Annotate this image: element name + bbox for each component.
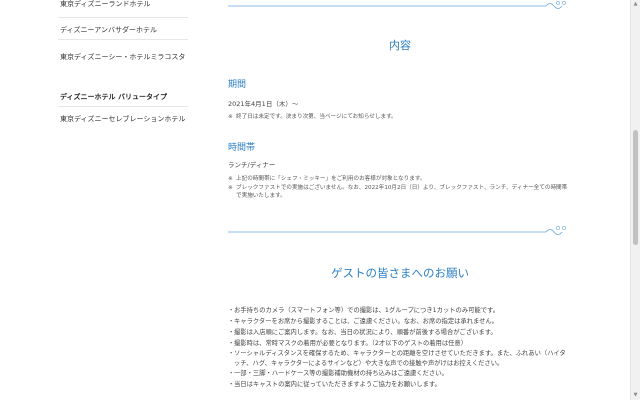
- scroll-up-arrow-icon[interactable]: ▲: [631, 0, 640, 9]
- section-title-content: 内容: [389, 39, 411, 52]
- time-note-2: ブレックファストでの実施はございません。なお、2022年10月2日（日）より、ブ…: [236, 184, 568, 200]
- period-heading: 期間: [228, 80, 247, 90]
- sidebar-item-landhotel[interactable]: 東京ディズニーランドホテル: [58, 0, 188, 18]
- sidebar-item-celebration[interactable]: 東京ディズニーセレブレーションホテル: [58, 114, 188, 128]
- list-item: ・撮影時は、常時マスクの着用が必要となります。（2才以下のゲストの着用は任意）: [228, 340, 468, 347]
- period-text: 2021年4月1日（木）～: [228, 100, 299, 108]
- list-item: ・撮影は入店順にご案内します。なお、当日の状況により、順番が前後する場合がござい…: [228, 329, 497, 336]
- list-item: ・お手持ちのカメラ（スマートフォン等）での撮影は、1グループにつき1カットのみ可…: [228, 307, 499, 314]
- list-item: ・キャラクターをお席から撮影することは、ご遠慮ください。なお、お席の指定は承れま…: [228, 318, 499, 325]
- guest-rules-list: ・お手持ちのカメラ（スマートフォン等）での撮影は、1グループにつき1カットのみ可…: [228, 305, 572, 390]
- period-note-text: 終了日は未定です。決まり次第、当ページにてお知らせします。: [236, 114, 397, 120]
- sidebar-heading-value: ディズニーホテル バリュータイプ: [58, 92, 188, 107]
- section-divider-top: [228, 0, 572, 12]
- time-text: ランチ/ディナー: [228, 161, 276, 169]
- time-note-1: 上記の時間帯に「シェフ・ミッキー」をご利用のお客様が対象となります。: [236, 176, 426, 182]
- time-heading: 時間帯: [228, 143, 256, 153]
- scroll-down-arrow-icon[interactable]: ▼: [631, 391, 640, 400]
- list-item: ・一部・三脚・ハードケース等の撮影補助機材の持ち込みはご遠慮ください。: [228, 370, 448, 377]
- period-note: ※ 終了日は未定です。決まり次第、当ページにてお知らせします。: [228, 113, 572, 122]
- scrollbar-thumb[interactable]: [633, 130, 638, 245]
- page-scrollbar[interactable]: ▲ ▼: [630, 0, 640, 400]
- sidebar-item-miracosta[interactable]: 東京ディズニーシー・ホテルミラコスタ: [58, 52, 188, 66]
- note-mark: ※: [228, 184, 233, 191]
- section-divider-middle: [228, 224, 572, 236]
- section-title-guest: ゲストの皆さまへのお願い: [331, 266, 469, 280]
- time-notes: ※ 上記の時間帯に「シェフ・ミッキー」をご利用のお客様が対象となります。 ※ ブレッ…: [228, 175, 572, 201]
- list-item: ・当日はキャストの案内に従っていただきますようご協力をお願いします。: [228, 381, 441, 388]
- note-mark: ※: [228, 114, 233, 120]
- note-mark: ※: [228, 176, 233, 182]
- sidebar-item-ambassador[interactable]: ディズニーアンバサダーホテル: [58, 25, 188, 40]
- list-item: ・ソーシャルディスタンスを確保するため、キャラクターとの距離を空けさせていただき…: [228, 350, 566, 367]
